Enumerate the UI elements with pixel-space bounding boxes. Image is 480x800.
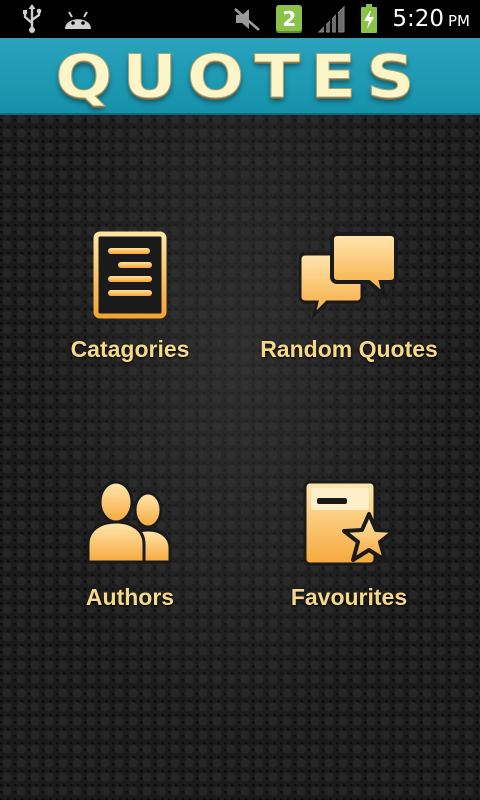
favourite-star-icon xyxy=(303,480,396,566)
clock-ampm: PM xyxy=(448,12,470,30)
favourites-button[interactable]: Favourites xyxy=(239,478,459,611)
app-screen: 2 5:20 PM QUOTES Catagories Random Quote… xyxy=(0,0,480,800)
authors-button[interactable]: Authors xyxy=(20,478,240,611)
muted-speaker-icon xyxy=(234,8,261,31)
document-list-icon xyxy=(93,231,167,319)
app-header: QUOTES xyxy=(0,38,480,115)
random-quotes-label: Random Quotes xyxy=(260,336,438,362)
users-icon xyxy=(86,480,172,564)
random-quotes-button[interactable]: Random Quotes xyxy=(239,230,459,363)
categories-label: Catagories xyxy=(70,336,190,362)
speech-bubbles-icon xyxy=(299,232,398,320)
status-clock: 5:20 PM xyxy=(392,6,470,32)
clock-time: 5:20 xyxy=(392,6,444,32)
categories-button[interactable]: Catagories xyxy=(20,230,240,363)
android-debug-icon xyxy=(65,11,91,29)
authors-label: Authors xyxy=(85,584,175,610)
usb-icon xyxy=(23,4,42,33)
notification-count-badge: 2 xyxy=(276,5,303,33)
favourites-label: Favourites xyxy=(290,584,408,610)
signal-icon xyxy=(318,5,345,33)
battery-charging-icon xyxy=(361,4,378,33)
status-bar: 2 5:20 PM xyxy=(0,0,480,38)
app-title: QUOTES xyxy=(55,41,425,112)
